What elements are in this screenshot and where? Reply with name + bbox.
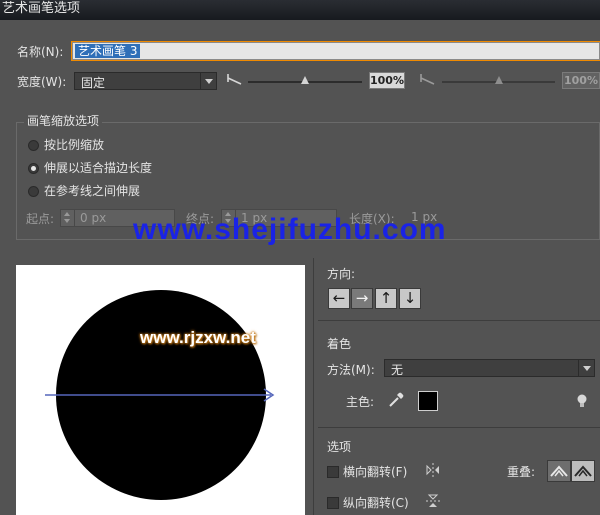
- options-title: 选项: [327, 440, 352, 454]
- scale-stretch-label: 伸展以适合描边长度: [44, 161, 153, 175]
- start-label: 起点:: [26, 212, 55, 226]
- width-slider-2-thumb[interactable]: [494, 76, 503, 84]
- preview-canvas: [45, 290, 275, 500]
- window-title: 艺术画笔选项: [2, 1, 81, 16]
- overlap-none-button[interactable]: [571, 460, 595, 482]
- overlap-adjust-icon: [550, 465, 568, 477]
- direction-left-button[interactable]: ←: [328, 288, 350, 309]
- flip-along-icon: [426, 463, 439, 477]
- tips-lightbulb-icon[interactable]: [576, 393, 588, 409]
- brush-preview: [16, 265, 305, 515]
- direction-down-button[interactable]: ↓: [399, 288, 421, 309]
- overlap-adjust-button[interactable]: [547, 460, 571, 482]
- name-input-value: 艺术画笔 3: [75, 44, 141, 58]
- direction-title: 方向:: [327, 267, 356, 281]
- scale-options-title: 画笔缩放选项: [24, 112, 103, 129]
- flip-across-label: 纵向翻转(C): [343, 496, 409, 510]
- width-slider-1-thumb[interactable]: [301, 76, 309, 84]
- width-slider-1-value[interactable]: 100%: [369, 72, 405, 89]
- start-value: 0 px: [80, 211, 107, 225]
- direction-right-button[interactable]: →: [351, 288, 373, 309]
- key-color-label: 主色:: [346, 395, 375, 409]
- scale-proportional-radio[interactable]: [28, 140, 39, 151]
- preview-watermark: www.rjzxw.net: [140, 328, 256, 347]
- width-slider-2-value[interactable]: 100%: [562, 72, 600, 89]
- eyedropper-icon[interactable]: [387, 391, 405, 409]
- column-separator: [313, 258, 314, 515]
- scale-proportional-label: 按比例缩放: [44, 138, 105, 152]
- method-dropdown[interactable]: 无: [384, 359, 595, 377]
- method-label: 方法(M):: [327, 363, 375, 377]
- width-max-icon: [420, 74, 435, 85]
- overlap-none-icon: [574, 465, 592, 477]
- width-label: 宽度(W):: [17, 75, 67, 89]
- section-separator: [318, 427, 600, 428]
- method-value: 无: [391, 363, 404, 377]
- scale-stretch-radio[interactable]: [28, 163, 39, 174]
- title-bar: 艺术画笔选项: [0, 0, 600, 20]
- width-mode-dropdown[interactable]: 固定: [74, 72, 217, 90]
- width-min-icon: [227, 74, 242, 85]
- site-watermark: www.shejifuzhu.com: [133, 213, 447, 246]
- chevron-down-icon: [200, 73, 216, 89]
- flip-across-icon: [426, 494, 440, 507]
- stepper-arrows-icon[interactable]: [61, 210, 75, 226]
- width-mode-value: 固定: [81, 76, 106, 90]
- overlap-label: 重叠:: [507, 465, 536, 479]
- key-color-swatch[interactable]: [418, 391, 438, 411]
- name-label: 名称(N):: [17, 45, 64, 59]
- scale-guides-label: 在参考线之间伸展: [44, 184, 141, 198]
- direction-up-button[interactable]: ↑: [375, 288, 397, 309]
- flip-along-checkbox[interactable]: [327, 466, 339, 478]
- name-input[interactable]: 艺术画笔 3: [72, 42, 600, 60]
- section-separator: [318, 320, 600, 321]
- flip-across-checkbox[interactable]: [327, 497, 339, 509]
- chevron-down-icon: [578, 360, 594, 376]
- colorize-title: 着色: [327, 337, 352, 351]
- flip-along-label: 横向翻转(F): [343, 465, 408, 479]
- scale-guides-radio[interactable]: [28, 186, 39, 197]
